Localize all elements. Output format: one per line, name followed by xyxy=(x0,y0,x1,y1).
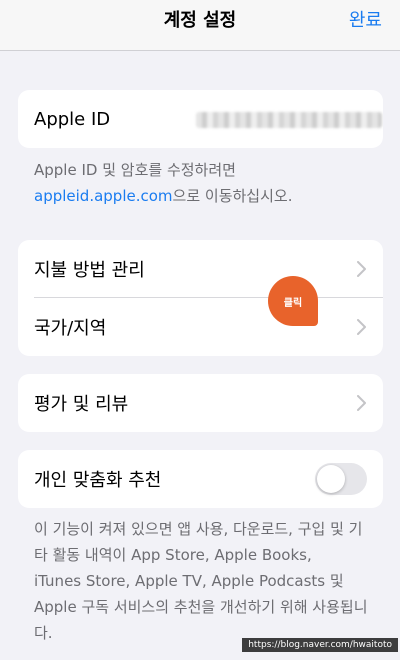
ratings-reviews-label: 평가 및 리뷰 xyxy=(34,394,129,415)
account-settings-card: 지불 방법 관리 국가/지역 xyxy=(18,240,383,356)
personalized-note-line: 타 활동 내역이 App Store, Apple Books, xyxy=(34,546,312,564)
chevron-right-icon xyxy=(356,318,367,336)
personalized-recommendations-card: 개인 맞춤화 추천 xyxy=(18,450,383,508)
navigation-bar: 계정 설정 완료 xyxy=(0,0,400,51)
apple-id-value-redacted xyxy=(196,112,382,128)
watermark: https://blog.naver.com/hwaitoto xyxy=(242,638,398,652)
appleid-link[interactable]: appleid.apple.com xyxy=(34,187,173,205)
apple-id-note-suffix: 으로 이동하십시오. xyxy=(172,187,293,205)
toggle-knob xyxy=(317,465,345,493)
click-annotation-badge: 클릭 xyxy=(268,276,318,326)
apple-id-note: Apple ID 및 암호를 수정하려면 appleid.apple.com으로… xyxy=(34,157,384,209)
apple-id-card: Apple ID xyxy=(18,90,383,148)
chevron-right-icon xyxy=(356,394,367,412)
personalized-note-line: 이 기능이 켜져 있으면 앱 사용, 다운로드, 구입 및 기 xyxy=(34,520,363,538)
settings-item-country-region[interactable]: 국가/지역 xyxy=(18,298,383,356)
personalized-note: 이 기능이 켜져 있으면 앱 사용, 다운로드, 구입 및 기 타 활동 내역이… xyxy=(34,516,384,646)
settings-item-label: 지불 방법 관리 xyxy=(34,260,145,281)
apple-id-note-line2: appleid.apple.com으로 이동하십시오. xyxy=(34,183,384,209)
page-title: 계정 설정 xyxy=(163,10,237,31)
ratings-reviews-card: 평가 및 리뷰 xyxy=(18,374,383,432)
personalized-note-line: Apple 구독 서비스의 추천을 개선하기 위해 사용됩니 xyxy=(34,598,368,616)
settings-item-personalized-recommendations: 개인 맞춤화 추천 xyxy=(18,450,383,508)
personalized-recommendations-label: 개인 맞춤화 추천 xyxy=(34,470,162,491)
personalized-note-line: iTunes Store, Apple TV, Apple Podcasts 및 xyxy=(34,572,344,590)
settings-item-payment[interactable]: 지불 방법 관리 xyxy=(18,240,383,298)
done-button[interactable]: 완료 xyxy=(349,0,382,42)
apple-id-note-line1: Apple ID 및 암호를 수정하려면 xyxy=(34,161,236,179)
chevron-right-icon xyxy=(356,260,367,278)
apple-id-row: Apple ID xyxy=(18,90,383,148)
personalized-recommendations-toggle[interactable] xyxy=(315,463,367,495)
settings-item-ratings-reviews[interactable]: 평가 및 리뷰 xyxy=(18,374,383,432)
